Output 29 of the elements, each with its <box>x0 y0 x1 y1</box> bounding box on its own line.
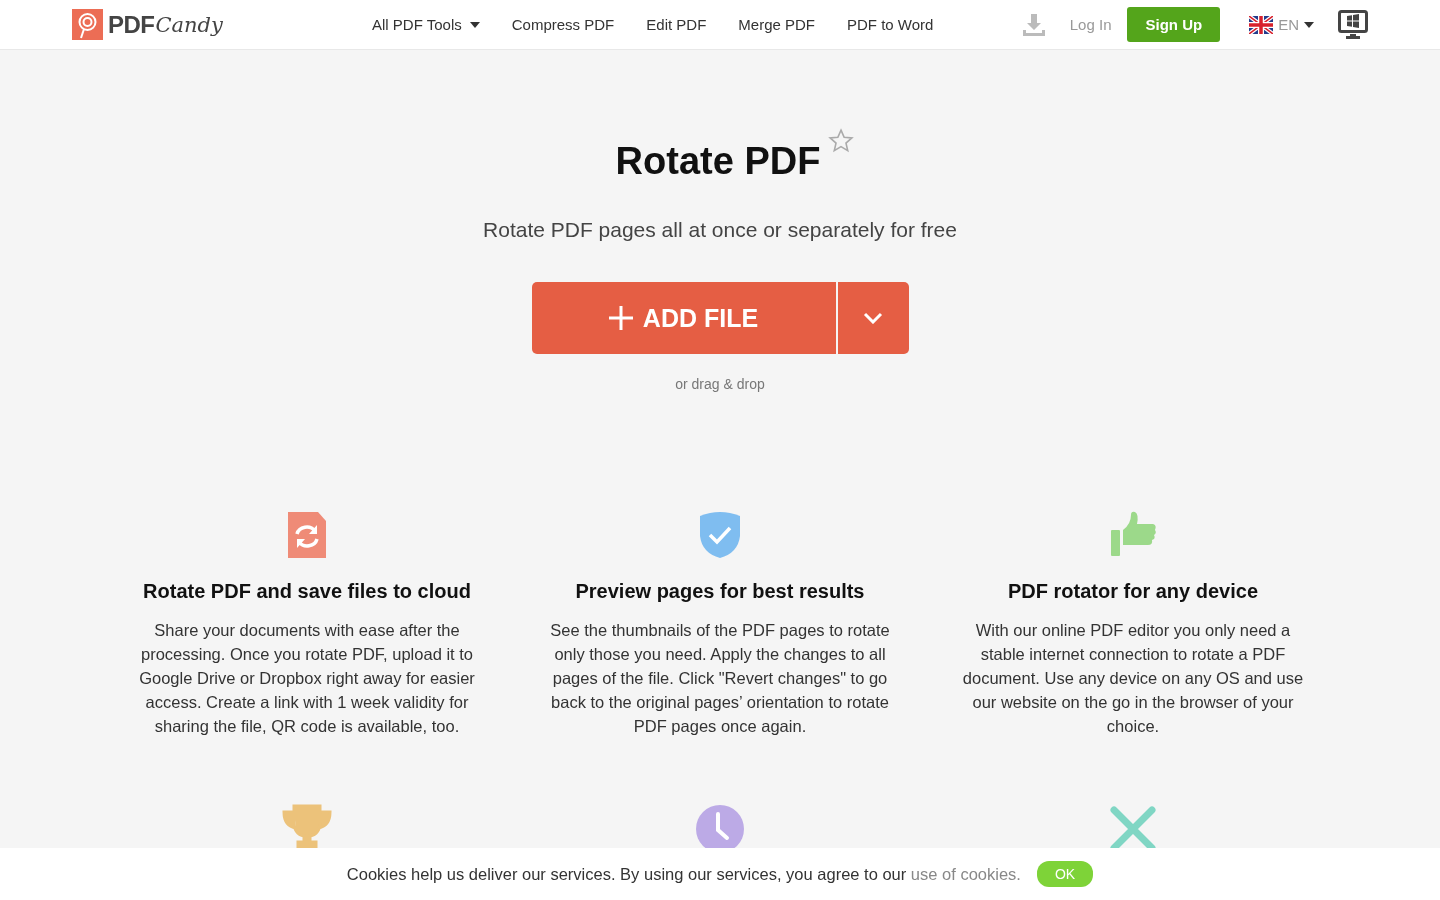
plus-icon <box>608 306 633 330</box>
logo[interactable]: PDFCandy <box>72 9 372 40</box>
nav-link[interactable]: PDF to Word <box>847 16 934 33</box>
cookie-text: Cookies help us deliver our services. By using our services, you agree to our use of cookies. <box>346 864 1021 884</box>
nav-link[interactable]: All PDF Tools <box>372 16 480 33</box>
chevron-down-icon <box>863 312 883 324</box>
feature-text: Share your documents with ease after the processing. Once you rotate PDF, upload it to Google Drive or Dropbox right away for easier access. Create a link with 1 week validity for sharing the file, QR code is available, too. <box>138 620 476 737</box>
feature-title: PDF rotator for any device <box>1007 580 1259 603</box>
page-title: Rotate PDF <box>615 139 821 184</box>
nav-link[interactable]: Merge PDF <box>738 16 815 33</box>
logo-text: PDF <box>108 10 155 39</box>
caret-icon <box>1304 21 1314 28</box>
feature-title: Rotate PDF and save files to cloud <box>143 580 471 603</box>
nav-link[interactable]: Edit PDF <box>646 16 707 33</box>
upload-options-button[interactable] <box>837 282 909 354</box>
download-icon[interactable] <box>1021 12 1046 37</box>
feature-text: See the thumbnails of the PDF pages to rotate only those you need. Apply the changes to all pages of the file. Click "Revert changes" to go back to the original pages’ orientation to rotate PDF pages once again. <box>549 620 891 737</box>
desktop-app-icon[interactable] <box>1338 9 1368 40</box>
nav-link[interactable]: Compress PDF <box>511 16 615 33</box>
caret-icon <box>469 21 480 28</box>
candy-logo-icon <box>72 9 103 40</box>
logo-script-text: Candy <box>155 12 223 37</box>
star-icon[interactable] <box>828 128 855 154</box>
feature-title: Preview pages for best results <box>575 580 865 603</box>
drag-drop-hint: or drag & drop <box>675 376 765 392</box>
feature-text: With our online PDF editor you only need a stable internet connection to rotate a PDF document. Use any device on any OS and use our website on the go in the browser of your choice. <box>961 620 1305 737</box>
cookie-link[interactable]: use of cookies. <box>910 864 1021 883</box>
page-subtitle: Rotate PDF pages all at once or separately for free <box>483 218 957 242</box>
flag-icon <box>1249 15 1274 34</box>
